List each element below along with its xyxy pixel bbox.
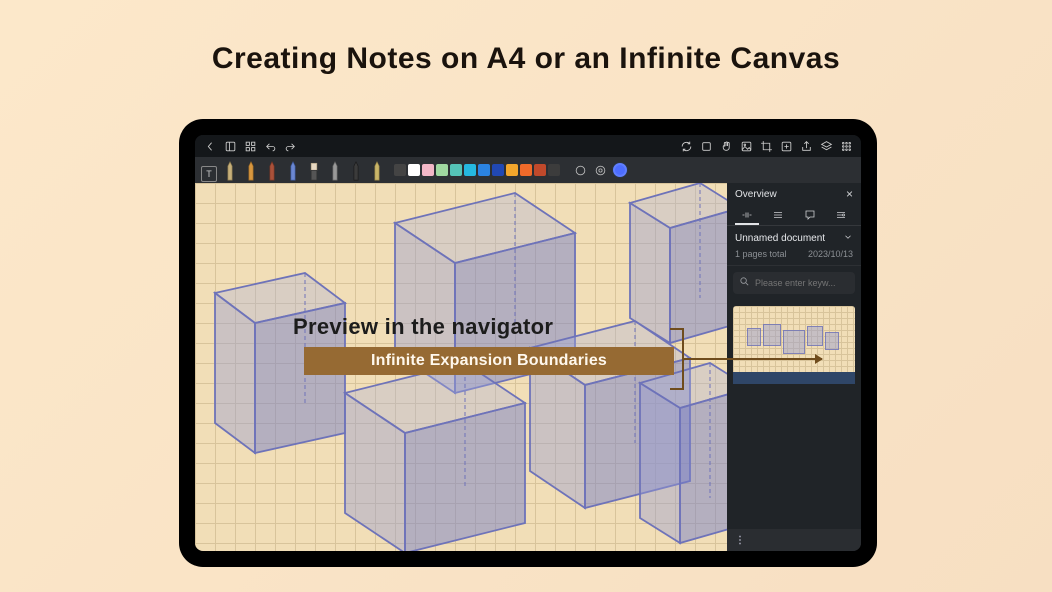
page-thumbnail[interactable]	[733, 306, 855, 384]
redo-icon[interactable]	[283, 139, 297, 153]
promo-title: Creating Notes on A4 or an Infinite Canv…	[0, 0, 1052, 76]
more-icon[interactable]: ⋮	[735, 535, 746, 546]
undo-icon[interactable]	[263, 139, 277, 153]
crop-icon[interactable]	[759, 139, 773, 153]
callout-bracket	[670, 328, 684, 390]
swatch-2[interactable]	[408, 164, 420, 176]
callout-boundaries-box: Infinite Expansion Boundaries	[304, 347, 674, 375]
document-meta: 1 pages total 2023/10/13	[727, 247, 861, 266]
share-icon[interactable]	[799, 139, 813, 153]
layout-icon[interactable]	[223, 139, 237, 153]
ring-icon[interactable]	[593, 163, 607, 177]
pen-tool-3[interactable]	[264, 158, 280, 182]
callout-boundaries-text: Infinite Expansion Boundaries	[371, 352, 607, 370]
search-input[interactable]	[755, 278, 861, 288]
swatch-8[interactable]	[492, 164, 504, 176]
box-icon[interactable]	[699, 139, 713, 153]
pen-tool-2[interactable]	[243, 158, 259, 182]
back-icon[interactable]	[203, 139, 217, 153]
add-square-icon[interactable]	[779, 139, 793, 153]
circle-outline-icon[interactable]	[573, 163, 587, 177]
swatch-10[interactable]	[520, 164, 532, 176]
document-name: Unnamed document	[735, 233, 825, 244]
pencil-tool[interactable]	[327, 158, 343, 182]
swatch-11[interactable]	[534, 164, 546, 176]
layers-icon[interactable]	[819, 139, 833, 153]
pages-total: 1 pages total	[735, 249, 787, 259]
text-tool[interactable]: T	[201, 158, 217, 182]
overview-header: Overview ×	[727, 183, 861, 205]
search-icon	[739, 276, 750, 290]
circle-filled-selected-icon[interactable]	[613, 163, 627, 177]
swatch-1[interactable]	[394, 164, 406, 176]
tab-pages[interactable]	[735, 207, 759, 225]
tablet-frame: T	[179, 119, 877, 567]
overview-footer: ⋮	[727, 529, 861, 551]
tool-row: T	[195, 157, 861, 183]
document-date: 2023/10/13	[808, 249, 853, 259]
chevron-down-icon	[843, 232, 853, 245]
eraser-tool[interactable]	[306, 158, 322, 182]
shape-tool-group	[573, 163, 627, 177]
tab-outline[interactable]	[766, 207, 790, 225]
callout-preview-text: Preview in the navigator	[293, 314, 553, 340]
highlighter-tool[interactable]	[369, 158, 385, 182]
app-screen: T	[195, 135, 861, 551]
swatch-7[interactable]	[478, 164, 490, 176]
tab-comments[interactable]	[798, 207, 822, 225]
tab-settings[interactable]	[829, 207, 853, 225]
page-thumbnail-wrap	[727, 300, 861, 390]
overview-tabs	[727, 205, 861, 226]
overview-panel: Overview × Unnamed document 1 pages tota…	[727, 183, 861, 551]
swatch-4[interactable]	[436, 164, 448, 176]
swatch-9[interactable]	[506, 164, 518, 176]
image-icon[interactable]	[739, 139, 753, 153]
document-selector[interactable]: Unnamed document	[727, 226, 861, 247]
grid-icon[interactable]	[243, 139, 257, 153]
overview-title: Overview	[735, 189, 777, 200]
hand-icon[interactable]	[719, 139, 733, 153]
close-icon[interactable]: ×	[846, 187, 853, 201]
swatch-3[interactable]	[422, 164, 434, 176]
top-app-bar	[195, 135, 861, 157]
swatch-12[interactable]	[548, 164, 560, 176]
pen-tool-4[interactable]	[285, 158, 301, 182]
swatch-5[interactable]	[450, 164, 462, 176]
overview-search[interactable]	[733, 272, 855, 294]
brush-tool[interactable]	[348, 158, 364, 182]
callout-arrow	[684, 358, 822, 360]
sync-icon[interactable]	[679, 139, 693, 153]
menu-grid-icon[interactable]	[839, 139, 853, 153]
color-swatch-row	[394, 164, 560, 176]
pen-tool-1[interactable]	[222, 158, 238, 182]
swatch-6[interactable]	[464, 164, 476, 176]
